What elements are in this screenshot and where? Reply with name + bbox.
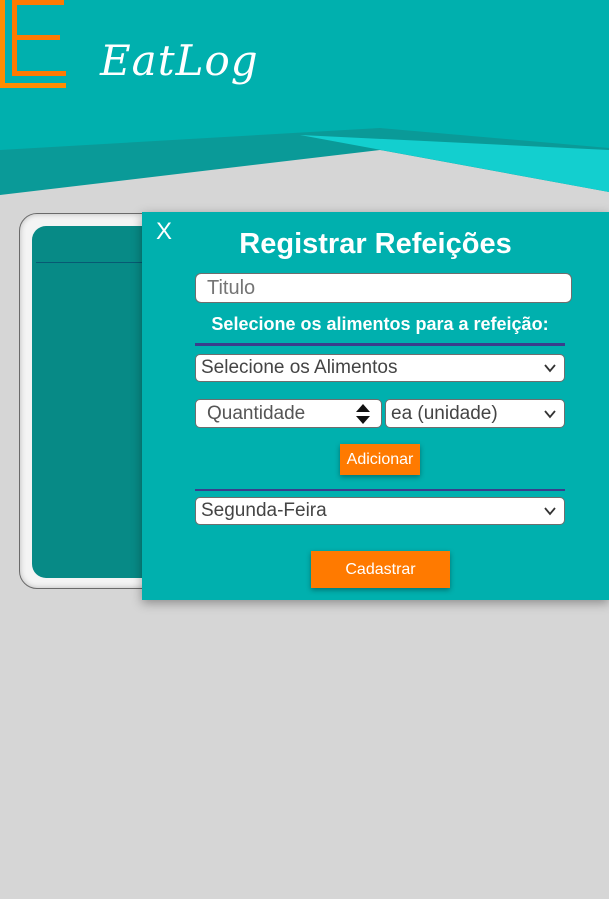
register-button[interactable]: Cadastrar	[311, 551, 450, 588]
app-header: EatLog	[0, 0, 609, 200]
brand-name: EatLog	[100, 36, 259, 85]
unit-select-value: ea (unidade)	[391, 402, 498, 424]
divider-bottom	[195, 489, 565, 491]
add-food-button[interactable]: Adicionar	[340, 444, 420, 475]
quantity-stepper[interactable]: Quantidade	[195, 399, 382, 428]
quantity-placeholder: Quantidade	[207, 403, 306, 424]
header-background	[0, 0, 609, 195]
chevron-down-icon	[544, 507, 556, 516]
eatlog-logo-icon	[0, 0, 66, 88]
foods-select-value: Selecione os Alimentos	[201, 357, 398, 378]
weekday-select[interactable]: Segunda-Feira	[195, 497, 565, 525]
chevron-down-icon	[544, 409, 556, 418]
modal-title: Registrar Refeições	[239, 228, 512, 260]
divider-top	[195, 343, 565, 346]
title-input[interactable]	[195, 273, 572, 303]
register-meal-modal: X Registrar Refeições Selecione os alime…	[142, 212, 609, 600]
unit-select[interactable]: ea (unidade)	[385, 399, 565, 428]
foods-prompt: Selecione os alimentos para a refeição:	[211, 314, 549, 334]
stepper-arrows-icon[interactable]	[355, 403, 371, 425]
weekday-select-value: Segunda-Feira	[201, 500, 327, 521]
foods-select[interactable]: Selecione os Alimentos	[195, 354, 565, 382]
chevron-down-icon	[544, 364, 556, 373]
